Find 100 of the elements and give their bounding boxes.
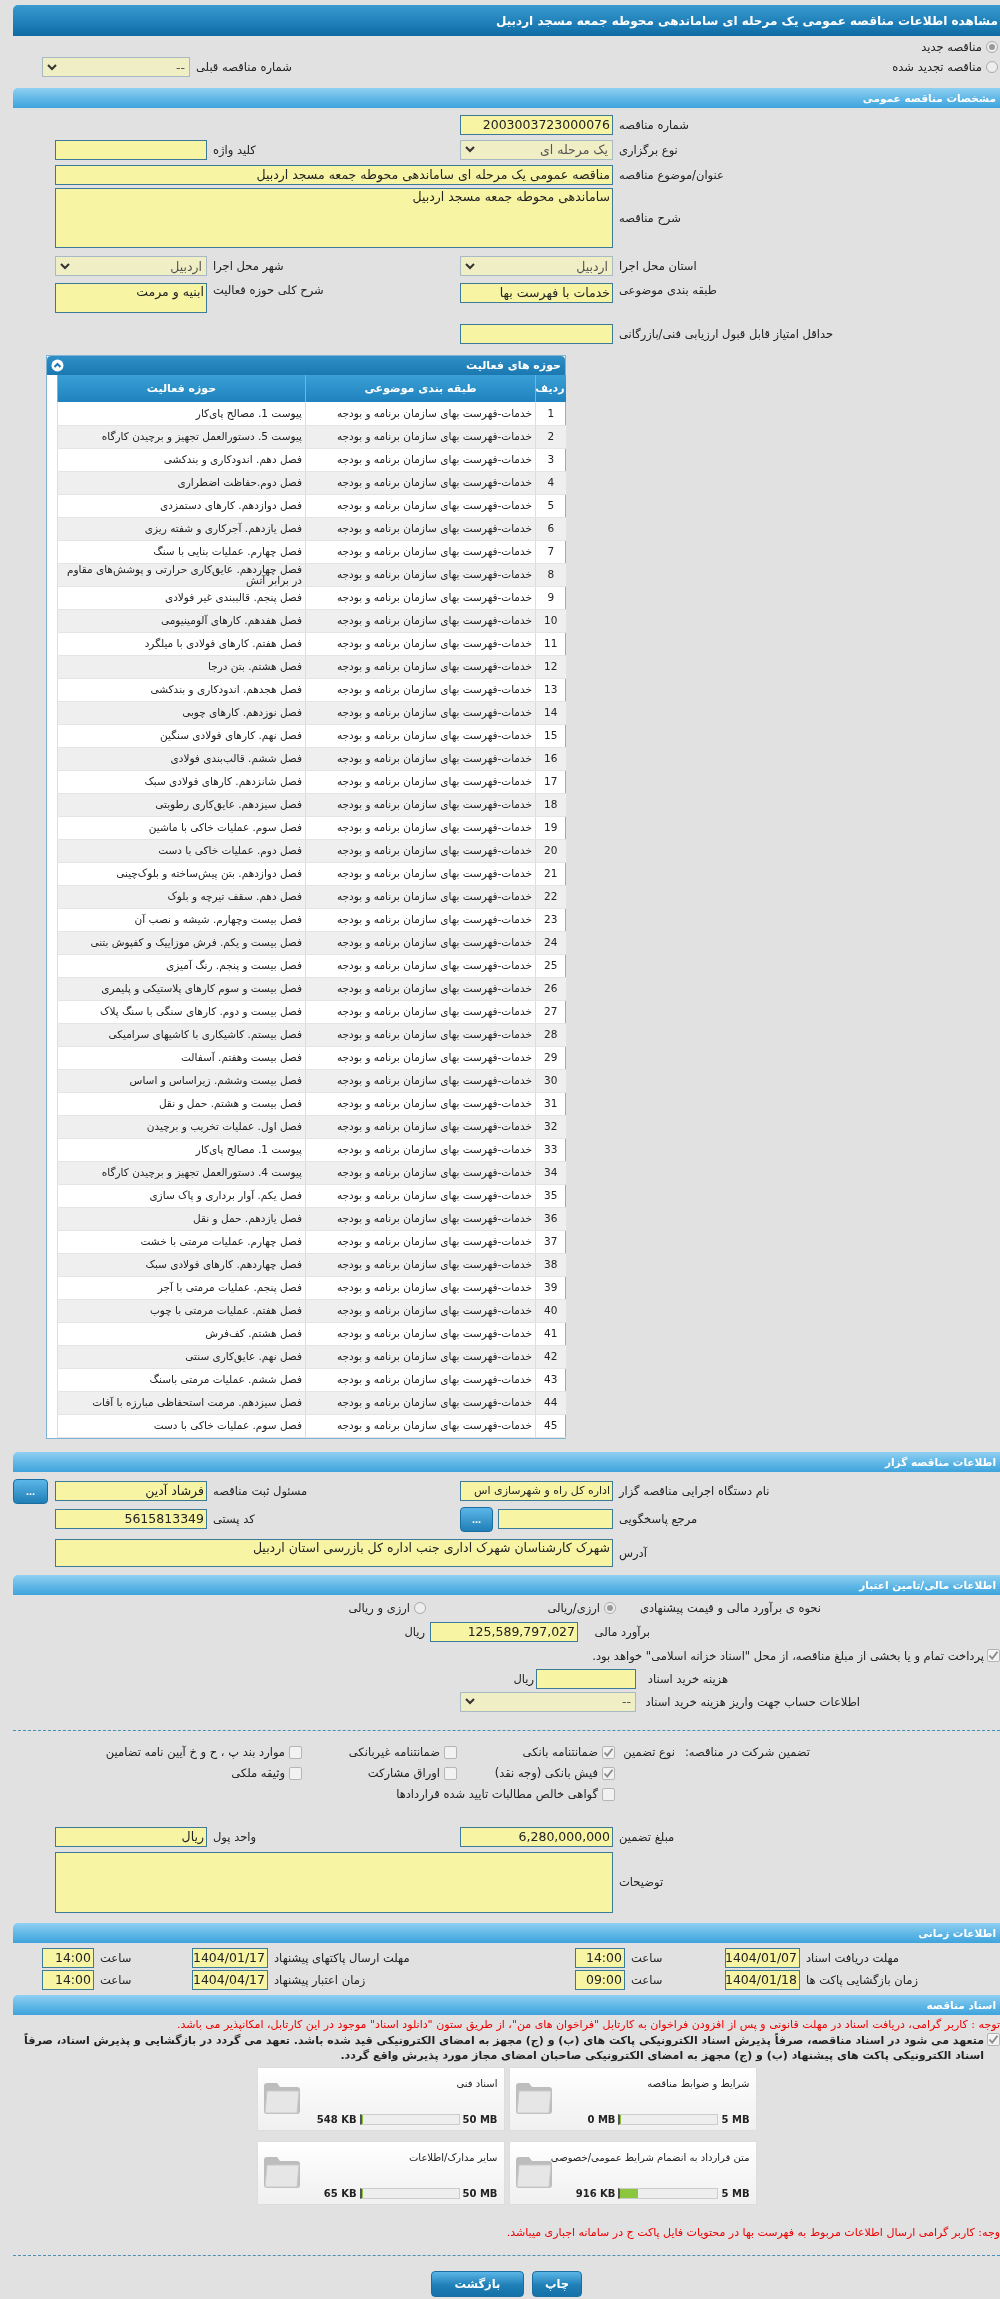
checkbox[interactable] <box>987 2032 1000 2046</box>
activity-description-field[interactable]: ابنیه و مرمت <box>55 283 207 313</box>
field-label: شهر محل اجرا <box>212 259 284 273</box>
table-cell: فصل چهاردهم. کارهای فولادی سبک <box>57 1253 306 1276</box>
table-cell: 4 <box>535 471 566 494</box>
table-cell: فصل نوزدهم. کارهای چوبی <box>57 701 306 724</box>
table-cell: فصل چهاردهم. عایق‌کاری حرارتی و پوشش‌های مقاوم در برابر آتش <box>57 563 306 586</box>
table-cell: فصل هجدهم. اندودکاری و بندکشی <box>57 678 306 701</box>
section-header: اطلاعات زمانی <box>13 1922 1000 1943</box>
checkbox[interactable] <box>444 1745 457 1759</box>
dropdown[interactable]: اردبیل <box>55 256 207 276</box>
reference-field[interactable] <box>498 1509 613 1529</box>
table-cell: فصل هشتم. کف‌فرش <box>57 1322 306 1345</box>
table-cell: پیوست 5. دستورالعمل تجهیز و برچیدن کارگاه <box>57 425 306 448</box>
time-field[interactable]: 09:00 <box>575 1969 625 1990</box>
back-button[interactable]: بازگشت <box>430 2270 524 2297</box>
table-cell: خدمات-فهرست بهای سازمان برنامه و بودجه <box>305 1046 536 1069</box>
checkbox[interactable] <box>289 1745 302 1759</box>
radio-button[interactable] <box>986 61 998 73</box>
table-cell: 25 <box>535 954 566 977</box>
table-cell: 38 <box>535 1253 566 1276</box>
dropdown[interactable]: -- <box>42 57 190 77</box>
date-field[interactable]: 1404/01/18 <box>725 1969 800 1990</box>
time-field[interactable]: 14:00 <box>42 1969 94 1990</box>
checkbox[interactable] <box>602 1787 615 1801</box>
description-field[interactable]: ساماندهی محوطه جمعه مسجد اردبیل <box>55 188 613 248</box>
date-field[interactable]: 1404/04/17 <box>192 1969 268 1990</box>
section-header: مشخصات مناقصه عمومی <box>13 88 1000 108</box>
table-cell: فصل بیستم. کاشیکاری با کاشیهای سرامیکی <box>57 1023 306 1046</box>
table-cell: خدمات-فهرست بهای سازمان برنامه و بودجه <box>305 1092 536 1115</box>
file-size-text: 548 KB <box>316 2113 357 2125</box>
file-title: اسناد فنی <box>455 2077 498 2089</box>
radio-button[interactable] <box>986 41 998 53</box>
remarks-field[interactable] <box>55 1851 613 1913</box>
table-cell: 7 <box>535 540 566 563</box>
keyword-field[interactable] <box>55 139 207 160</box>
table-cell: 9 <box>535 586 566 609</box>
fee-field[interactable] <box>536 1668 636 1689</box>
table-cell: 2 <box>535 425 566 448</box>
table-cell: 35 <box>535 1184 566 1207</box>
checkbox[interactable] <box>289 1766 302 1780</box>
table-cell: خدمات-فهرست بهای سازمان برنامه و بودجه <box>305 1322 536 1345</box>
number-field[interactable]: 2003003723000076 <box>460 114 613 135</box>
field-label: شرح کلی حوزه فعالیت <box>212 282 324 297</box>
field-label: تضمین شرکت در مناقصه: <box>683 1745 810 1759</box>
table-cell: خدمات-فهرست بهای سازمان برنامه و بودجه <box>305 425 536 448</box>
field-label: نام دستگاه اجرایی مناقصه گزار <box>617 1484 770 1498</box>
file-title: شرایط و ضوابط مناقصه <box>646 2077 750 2089</box>
guarantee-amount-field[interactable]: 6,280,000,000 <box>460 1826 613 1847</box>
checkbox-label: پرداخت تمام و یا بخشی از مبلغ مناقصه، از محل "اسناد خزانه اسلامی" خواهد بود. <box>592 1648 984 1663</box>
time-field[interactable]: 14:00 <box>575 1947 625 1968</box>
table-cell: فصل سوم. عملیات خاکی با دست <box>57 1414 306 1437</box>
checkbox[interactable] <box>602 1766 615 1780</box>
dropdown[interactable]: اردبیل <box>460 256 613 276</box>
postal-code-field[interactable]: 5615813349 <box>55 1509 207 1529</box>
agency-field[interactable]: اداره کل راه و شهرسازی اس <box>460 1481 613 1501</box>
table-cell: 39 <box>535 1276 566 1299</box>
table-cell: فصل دوازدهم. کارهای دستمزدی <box>57 494 306 517</box>
file-size-text: 916 KB <box>575 2187 616 2199</box>
table-cell: 11 <box>535 632 566 655</box>
checkbox[interactable] <box>602 1745 615 1759</box>
subject-field[interactable]: مناقصه عمومی یک مرحله ای ساماندهی محوطه جمعه مسجد اردبیل <box>55 164 613 185</box>
date-field[interactable]: 1404/01/17 <box>192 1947 268 1968</box>
registrar-field[interactable]: فرشاد آدین <box>55 1481 207 1501</box>
table-cell: فصل سوم. عملیات خاکی با ماشین <box>57 816 306 839</box>
table-cell: خدمات-فهرست بهای سازمان برنامه و بودجه <box>305 402 536 425</box>
max-size-text: 5 MB <box>721 2113 750 2125</box>
address-field[interactable]: شهرک کارشناسان شهرک اداری جنب اداره کل بازرسی استان اردبیل <box>55 1538 613 1567</box>
checkbox[interactable] <box>987 1649 1000 1662</box>
checkbox[interactable] <box>444 1766 457 1780</box>
table-cell: خدمات-فهرست بهای سازمان برنامه و بودجه <box>305 1299 536 1322</box>
field-label: مبلغ تضمین <box>618 1829 675 1844</box>
field-label: طبقه بندی موضوعی <box>618 282 717 297</box>
time-field[interactable]: 14:00 <box>42 1947 94 1968</box>
score-field[interactable] <box>460 324 613 344</box>
estimate-field[interactable]: 125,589,797,027 <box>430 1621 578 1642</box>
table-cell: خدمات-فهرست بهای سازمان برنامه و بودجه <box>305 609 536 632</box>
table-cell: پیوست 1. مصالح پای‌کار <box>57 1138 306 1161</box>
table-cell: خدمات-فهرست بهای سازمان برنامه و بودجه <box>305 1069 536 1092</box>
dropdown[interactable]: -- <box>460 1691 636 1712</box>
table-cell: 8 <box>535 563 566 586</box>
table-cell: 14 <box>535 701 566 724</box>
unit-label: ریال <box>513 1671 534 1686</box>
collapse-icon[interactable] <box>51 359 64 372</box>
table-cell: 3 <box>535 448 566 471</box>
classification-field[interactable]: خدمات با فهرست بها <box>460 283 613 303</box>
dropdown[interactable]: یک مرحله ای <box>460 139 613 160</box>
field-label: شرح مناقصه <box>618 211 681 225</box>
currency-field[interactable]: ریال <box>55 1826 207 1847</box>
date-field[interactable]: 1404/01/07 <box>725 1947 800 1968</box>
radio-button[interactable] <box>414 1601 426 1614</box>
checkbox-label: گواهی خالص مطالبات تایید شده قراردادها <box>396 1787 598 1801</box>
radio-button[interactable] <box>604 1601 616 1614</box>
table-cell: فصل ششم. قالب‌بندی فولادی <box>57 747 306 770</box>
column-header: حوزه فعالیت <box>57 375 306 402</box>
field-label: حداقل امتیاز قابل قبول ارزیابی فنی/بازرگانی <box>618 327 834 341</box>
field-label: عنوان/موضوع مناقصه <box>618 167 724 182</box>
field-label: مرجع پاسخگویی <box>618 1512 698 1526</box>
print-button[interactable]: چاپ <box>531 2270 583 2297</box>
field-label: استان محل اجرا <box>618 259 697 273</box>
